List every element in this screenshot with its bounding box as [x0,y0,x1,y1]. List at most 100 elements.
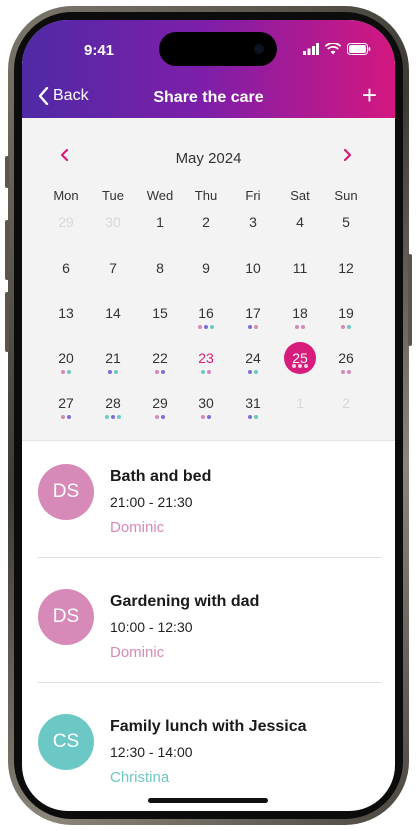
calendar-day[interactable]: 30 [188,393,224,433]
calendar-day[interactable]: 7 [95,258,131,298]
chevron-right-icon [343,148,352,162]
calendar-day[interactable]: 19 [328,303,364,343]
calendar-day[interactable]: 13 [48,303,84,343]
event-dots [142,415,178,419]
event-item[interactable]: CS Family lunch with Jessica 12:30 - 14:00… [22,690,395,811]
event-dots [235,415,271,419]
day-number: 31 [245,395,261,411]
event-dots [188,325,224,329]
calendar-day[interactable]: 14 [95,303,131,343]
event-person: Dominic [110,519,165,536]
calendar-day[interactable]: 27 [48,393,84,433]
event-time: 21:00 - 21:30 [110,494,193,510]
calendar-day[interactable]: 5 [328,212,364,252]
calendar-day-outside-month: 29 [48,212,84,252]
wifi-icon [325,43,341,55]
calendar-day[interactable]: 25 [282,348,318,388]
calendar-day-outside-month: 30 [95,212,131,252]
day-number: 8 [156,260,164,276]
calendar-day[interactable]: 3 [235,212,271,252]
calendar-day[interactable]: 20 [48,348,84,388]
volume-up-button [5,220,9,280]
next-month-button[interactable] [342,148,352,167]
event-dot [61,415,65,419]
day-number: 29 [152,395,168,411]
event-dot [161,415,165,419]
event-dot [341,325,345,329]
calendar-day[interactable]: 23 [188,348,224,388]
event-dots [328,325,364,329]
event-dot [347,325,351,329]
day-number: 10 [245,260,261,276]
day-number: 6 [62,260,70,276]
day-number: 5 [342,214,350,230]
avatar: DS [38,589,94,645]
calendar-day[interactable]: 10 [235,258,271,298]
month-label: May 2024 [175,150,242,167]
event-item[interactable]: DS Gardening with dad 10:00 - 12:30 Dominic [22,565,395,689]
volume-down-button [5,292,9,352]
day-number: 2 [342,395,350,411]
event-dot [105,415,109,419]
calendar-day[interactable]: 15 [142,303,178,343]
event-dot [295,325,299,329]
weekday-thu: Thu [194,188,218,203]
event-dot [204,325,208,329]
event-dot [114,370,118,374]
action-button [5,156,9,188]
home-indicator[interactable] [148,798,268,803]
event-dot [111,415,115,419]
day-number: 21 [105,350,121,366]
day-number: 1 [156,214,164,230]
calendar-day[interactable]: 8 [142,258,178,298]
day-number: 30 [105,214,121,230]
event-dot [254,325,258,329]
calendar-day[interactable]: 21 [95,348,131,388]
event-dots [142,370,178,374]
event-dots [188,370,224,374]
event-dot [108,370,112,374]
calendar-day[interactable]: 12 [328,258,364,298]
calendar-day[interactable]: 24 [235,348,271,388]
calendar-day[interactable]: 1 [142,212,178,252]
event-dot [210,325,214,329]
event-dot [298,364,302,368]
avatar: CS [38,714,94,770]
calendar-day[interactable]: 17 [235,303,271,343]
calendar-day[interactable]: 31 [235,393,271,433]
event-dot [254,370,258,374]
calendar-day[interactable]: 18 [282,303,318,343]
event-dot [67,415,71,419]
day-number: 14 [105,305,121,321]
page-title: Share the care [153,89,264,106]
event-dot [161,370,165,374]
status-icons [303,42,371,56]
day-number: 17 [245,305,261,321]
day-number: 16 [198,305,214,321]
calendar-day[interactable]: 11 [282,258,318,298]
day-number: 9 [202,260,210,276]
calendar-day[interactable]: 2 [188,212,224,252]
day-number: 11 [292,260,308,276]
day-number: 4 [296,214,304,230]
calendar-day[interactable]: 9 [188,258,224,298]
calendar-day[interactable]: 22 [142,348,178,388]
day-number: 3 [249,214,257,230]
day-number: 13 [58,305,74,321]
app-screen: 9:41 Back Share the care + May 2024 Mon T… [22,20,395,811]
event-dots [235,325,271,329]
calendar-day[interactable]: 4 [282,212,318,252]
event-person: Dominic [110,644,165,661]
weekday-mon: Mon [53,188,79,203]
calendar-day[interactable]: 26 [328,348,364,388]
calendar-day[interactable]: 6 [48,258,84,298]
calendar-day[interactable]: 16 [188,303,224,343]
calendar-day[interactable]: 28 [95,393,131,433]
add-button[interactable]: + [362,82,377,108]
event-title: Bath and bed [110,468,212,485]
calendar-day[interactable]: 29 [142,393,178,433]
status-time: 9:41 [84,42,115,59]
day-number: 29 [58,214,74,230]
weekday-tue: Tue [102,188,124,203]
event-item[interactable]: DS Bath and bed 21:00 - 21:30 Dominic [22,440,395,564]
